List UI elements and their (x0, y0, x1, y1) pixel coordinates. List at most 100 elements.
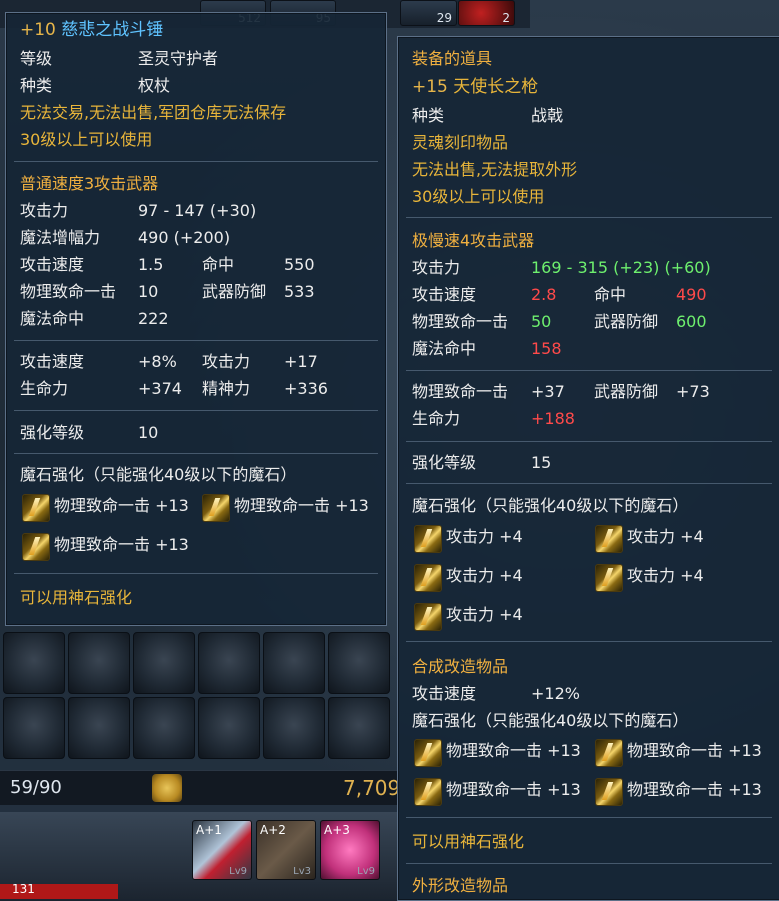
bonus-label: 攻击力 (202, 352, 251, 371)
skill-slot[interactable]: A+3 Lv9 (320, 820, 380, 880)
inventory-slot[interactable]: 29 (400, 0, 457, 26)
divider (14, 340, 378, 341)
godstone-note: 可以用神石强化 (412, 832, 525, 851)
hp-value: 131 (12, 882, 35, 896)
manastone-icon (414, 525, 442, 553)
skill-level: Lv9 (229, 866, 247, 877)
bonus-value: +37 (531, 382, 565, 401)
inventory-slot[interactable] (263, 697, 325, 759)
weapon-type: 普通速度3攻击武器 (20, 174, 159, 193)
skill-slot[interactable]: A+2 Lv3 (256, 820, 316, 880)
inventory-slot[interactable] (198, 632, 260, 694)
godstone-note: 可以用神石强化 (20, 588, 133, 607)
bonus-label: 生命力 (412, 409, 461, 428)
skill-slot[interactable]: A+1 Lv9 (192, 820, 252, 880)
inventory-row (0, 632, 403, 694)
manastone-stat: 物理致命一击 +13 (234, 496, 369, 515)
bonus-label: 生命力 (20, 379, 69, 398)
stat-value: 169 - 315 (+23) (+60) (531, 258, 711, 277)
inventory-slot[interactable] (263, 632, 325, 694)
inventory-slot[interactable]: 2 (458, 0, 515, 26)
inventory-slot[interactable] (133, 632, 195, 694)
manastone-stat: 物理致命一击 +13 (54, 496, 189, 515)
bonus-label: 攻击速度 (20, 352, 85, 371)
manastone-stat: 物理致命一击 +13 (446, 741, 581, 760)
bonus-value: +8% (138, 352, 177, 371)
manastone-header: 魔石强化（只能强化40级以下的魔石） (20, 465, 297, 484)
level-requirement: 30级以上可以使用 (412, 187, 545, 206)
money-amount: 7,709 (343, 776, 401, 800)
manastone-icon (595, 778, 623, 806)
fusion-header: 合成改造物品 (412, 657, 509, 676)
item-count: 29 (436, 11, 452, 25)
item-tooltip-hovered: +10 慈悲之战斗锤 等级 圣灵守护者 种类 权杖 无法交易,无法出售,军团仓库… (5, 12, 387, 626)
manastone-icon (414, 564, 442, 592)
weapon-type: 极慢速4攻击武器 (412, 231, 535, 250)
stat-value: 2.8 (531, 285, 557, 304)
divider (14, 410, 378, 411)
stat-label: 攻击速度 (20, 255, 85, 274)
skill-hotkey: A+3 (324, 823, 350, 837)
inventory-slot[interactable] (3, 697, 65, 759)
bonus-label: 精神力 (202, 379, 251, 398)
type-label: 种类 (20, 76, 53, 95)
manastone-stat: 攻击力 +4 (446, 605, 523, 624)
skill-level: Lv9 (357, 866, 375, 877)
stat-label: 命中 (202, 255, 235, 274)
manastone-icon (414, 778, 442, 806)
appearance-header: 外形改造物品 (412, 876, 509, 895)
stat-label: 命中 (594, 285, 627, 304)
item-name: 慈悲之战斗锤 (61, 20, 164, 40)
manastone-stat: 攻击力 +4 (446, 566, 523, 585)
inventory-slot[interactable] (68, 632, 130, 694)
item-tooltip-equipped: 装备的道具 +15 天使长之枪 种类 战戟 灵魂刻印物品 无法出售,无法提取外形… (397, 36, 779, 901)
divider (14, 573, 378, 574)
stat-value: 490 (+200) (138, 228, 231, 247)
stat-value: 490 (676, 285, 707, 304)
divider (14, 161, 378, 162)
item-name: 天使长之枪 (453, 77, 539, 97)
type-label: 种类 (412, 106, 445, 125)
stat-label: 物理致命一击 (412, 312, 509, 331)
item-title: +15 天使长之枪 (412, 76, 538, 98)
manastone-icon (595, 525, 623, 553)
bonus-label: 武器防御 (594, 382, 659, 401)
manastone-icon (202, 494, 230, 522)
inventory-slot[interactable] (3, 632, 65, 694)
manastone-stat: 攻击力 +4 (446, 527, 523, 546)
stat-label: 攻击力 (20, 201, 69, 220)
divider (406, 217, 772, 218)
bonus-value: +73 (676, 382, 710, 401)
divider (406, 483, 772, 484)
inventory-slot[interactable] (328, 632, 390, 694)
fusion-manastone-header: 魔石强化（只能强化40级以下的魔石） (412, 711, 689, 730)
stat-label: 攻击力 (412, 258, 461, 277)
stat-value: 50 (531, 312, 552, 331)
enchant-value: 15 (531, 453, 552, 472)
stat-value: 1.5 (138, 255, 164, 274)
inventory-slot[interactable] (198, 697, 260, 759)
manastone-icon (22, 533, 50, 561)
trade-restriction: 无法交易,无法出售,军团仓库无法保存 (20, 103, 287, 122)
soulbound-note: 灵魂刻印物品 (412, 133, 509, 152)
inventory-slot[interactable] (328, 697, 390, 759)
skill-hotkey: A+1 (196, 823, 222, 837)
grade-value: 圣灵守护者 (138, 49, 219, 68)
stat-value: 550 (284, 255, 315, 274)
manastone-stat: 攻击力 +4 (627, 566, 704, 585)
divider (406, 641, 772, 642)
divider (406, 863, 772, 864)
inventory-slot[interactable] (68, 697, 130, 759)
manastone-stat: 物理致命一击 +13 (54, 535, 189, 554)
divider (406, 817, 772, 818)
stat-label: 武器防御 (202, 282, 267, 301)
inventory-slot[interactable] (133, 697, 195, 759)
manastone-stat: 物理致命一击 +13 (446, 780, 581, 799)
enchant-value: 10 (138, 423, 159, 442)
stat-value: 533 (284, 282, 315, 301)
enchant-level-prefix: +15 (412, 77, 448, 97)
enchant-label: 强化等级 (20, 423, 85, 442)
inventory-status-bar: 59/90 7,709 (0, 770, 400, 805)
manastone-icon (595, 564, 623, 592)
grade-label: 等级 (20, 49, 53, 68)
